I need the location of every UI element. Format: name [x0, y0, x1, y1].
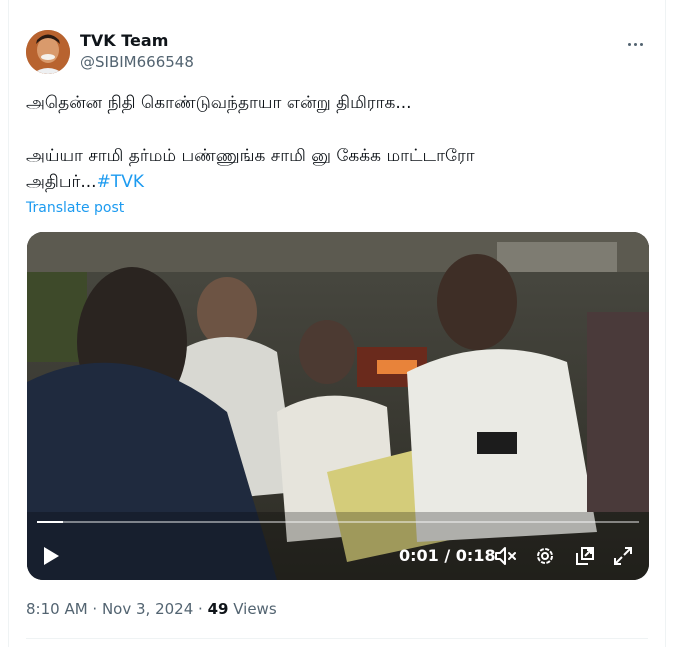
post-timestamp[interactable]: 8:10 AM · Nov 3, 2024 — [26, 600, 193, 618]
more-options-icon[interactable] — [625, 34, 645, 54]
author-handle[interactable]: @SIBIM666548 — [80, 53, 194, 71]
pip-icon[interactable] — [572, 543, 598, 569]
post-text-paragraph-2: அய்யா சாமி தர்மம் பண்ணுங்க சாமி னு கேக்க… — [26, 143, 646, 195]
post-card: TVK Team @SIBIM666548 அதென்ன நிதி கொண்டு… — [8, 0, 666, 647]
fullscreen-icon[interactable] — [610, 543, 636, 569]
views-label: Views — [233, 600, 277, 618]
post-header: TVK Team @SIBIM666548 — [26, 30, 649, 76]
author-name[interactable]: TVK Team — [80, 31, 168, 50]
views-count: 49 — [207, 600, 229, 618]
avatar-image — [26, 30, 70, 74]
meta-separator: · — [193, 600, 208, 618]
post-text-line-3: அதிபர்... — [26, 172, 97, 192]
video-progress-bar[interactable] — [37, 521, 639, 523]
play-icon[interactable] — [39, 543, 63, 569]
video-time-display: 0:01 / 0:18 — [399, 546, 496, 565]
video-progress-fill — [37, 521, 64, 523]
avatar[interactable] — [26, 30, 70, 74]
video-player[interactable]: 0:01 / 0:18 — [27, 232, 649, 580]
translate-post-link[interactable]: Translate post — [26, 200, 124, 216]
divider — [26, 638, 648, 639]
settings-icon[interactable] — [532, 543, 558, 569]
video-frame — [27, 232, 649, 580]
post-meta: 8:10 AM · Nov 3, 2024 · 49 Views — [26, 600, 277, 618]
post-text-line-1: அதென்ன நிதி கொண்டுவந்தாயா என்று திமிராக.… — [26, 93, 412, 113]
post-text-line-2: அய்யா சாமி தர்மம் பண்ணுங்க சாமி னு கேக்க… — [26, 146, 475, 166]
mute-icon[interactable] — [493, 543, 519, 569]
hashtag-link[interactable]: #TVK — [97, 172, 144, 192]
